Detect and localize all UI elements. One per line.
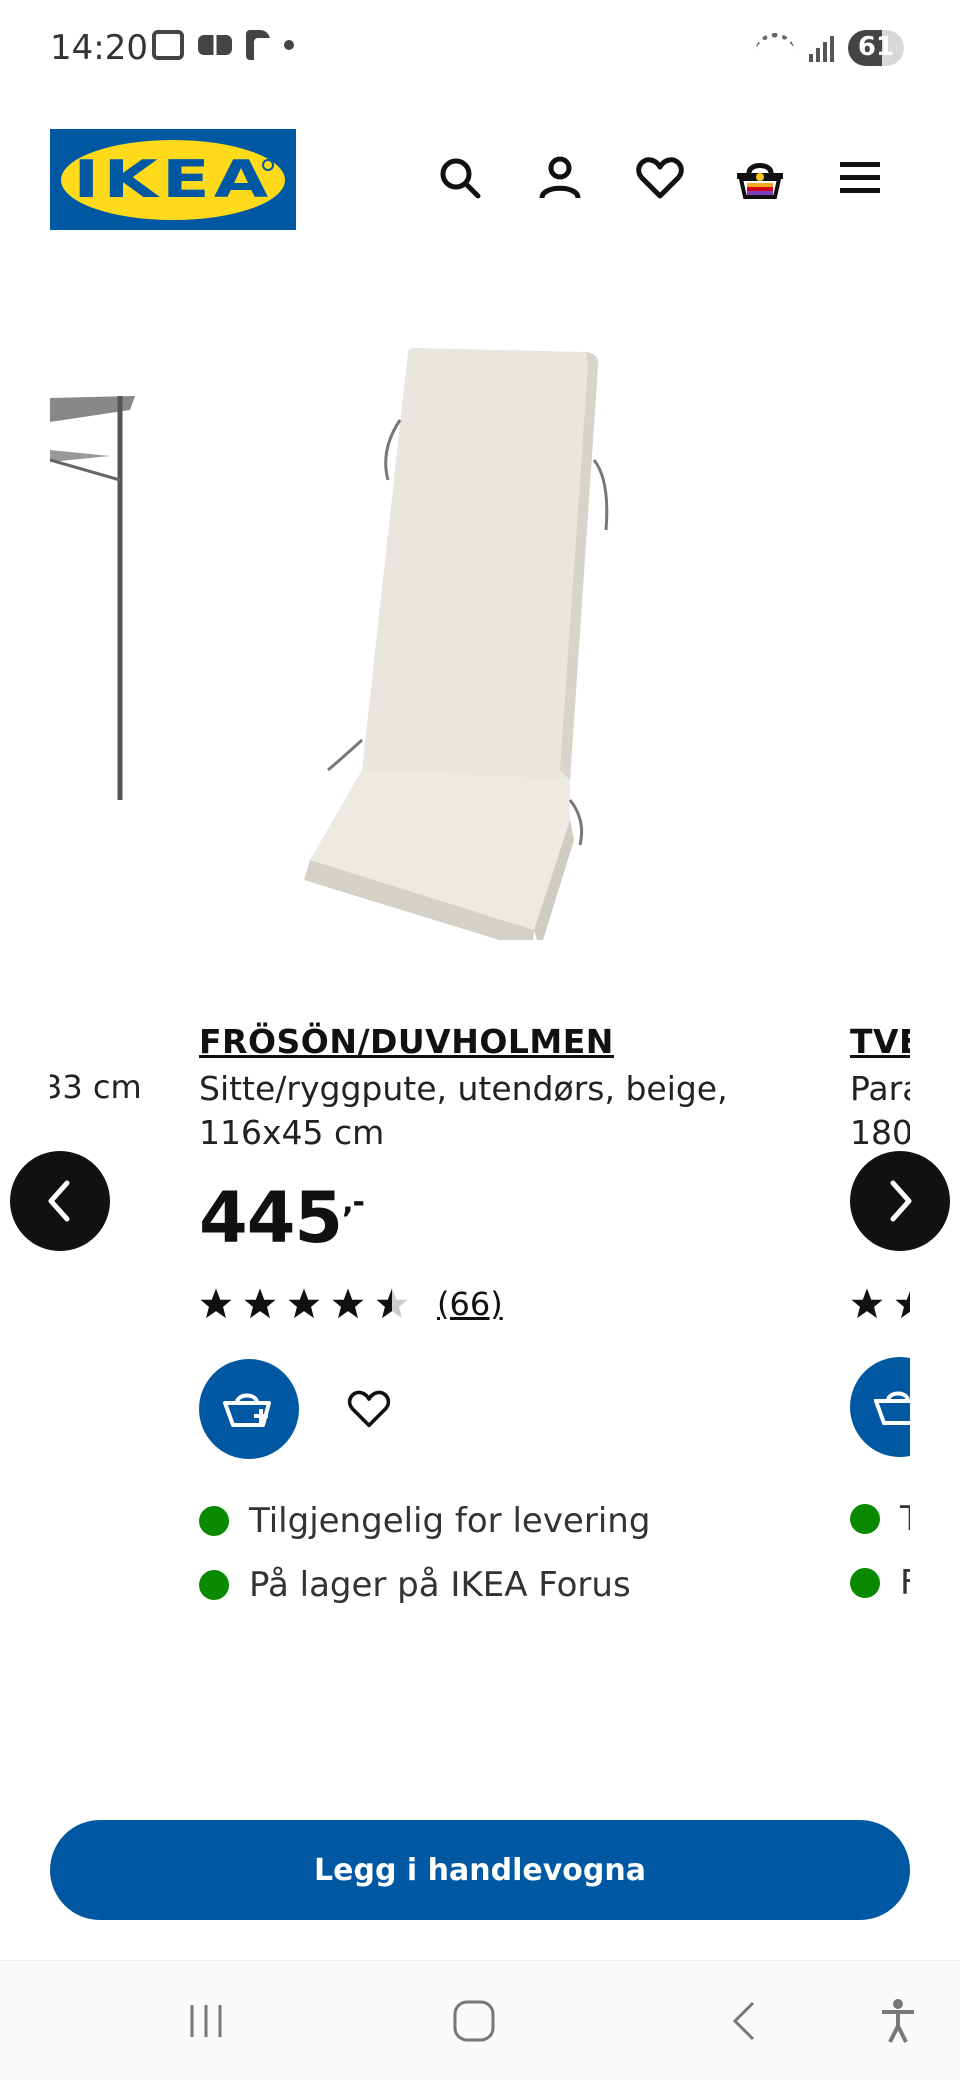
facebook-icon — [246, 30, 270, 60]
registered-mark-icon — [262, 159, 274, 171]
previous-product-dimension: 33 cm — [50, 1068, 142, 1106]
in-stock-dot-icon — [199, 1570, 229, 1600]
next-availability-1: T — [850, 1487, 910, 1551]
signal-icon — [809, 34, 834, 62]
status-time: 14:20 — [50, 28, 148, 68]
star-full-icon — [851, 1288, 883, 1319]
availability-store-text: På lager på IKEA Forus — [249, 1565, 631, 1605]
availability-delivery: Tilgjengelig for levering — [199, 1489, 759, 1553]
logo-oval: IKEA — [61, 139, 285, 220]
accessibility-icon[interactable] — [868, 1991, 928, 2051]
product-description: Sitte/ryggpute, utendørs, beige, 116x45 … — [199, 1069, 728, 1152]
chevron-right-icon — [890, 1180, 912, 1222]
product-carousel[interactable]: 33 cm FRÖSÖN/DUVHOLMEN Sitte/ryggpute, u… — [50, 300, 910, 1650]
product-image[interactable] — [270, 300, 830, 950]
cart-add-icon — [223, 1393, 271, 1427]
recent-apps-icon[interactable] — [176, 1991, 236, 2051]
gallery-icon — [198, 35, 232, 55]
status-icons-left — [152, 30, 294, 60]
price-suffix: ,- — [342, 1185, 365, 1220]
system-navigation-bar — [0, 1960, 960, 2080]
availability-store: På lager på IKEA Forus — [199, 1553, 759, 1617]
star-full-icon — [332, 1288, 364, 1319]
next-availability-2: F — [850, 1551, 910, 1615]
product-actions — [199, 1359, 759, 1459]
star-full-icon — [288, 1288, 320, 1319]
next-availability-text-2: F — [900, 1563, 910, 1603]
notification-dot-icon — [284, 40, 294, 50]
ikea-logo[interactable]: IKEA — [50, 129, 296, 230]
battery-icon: 61 — [848, 30, 904, 66]
next-product-description-1: Para — [850, 1069, 910, 1108]
rating-stars — [850, 1287, 910, 1321]
star-full-icon — [895, 1291, 910, 1319]
chevron-left-icon — [48, 1180, 70, 1222]
next-product-name[interactable]: TVE — [850, 1022, 910, 1061]
carousel-prev-button[interactable] — [10, 1151, 110, 1251]
logo-text: IKEA — [73, 149, 273, 210]
account-icon[interactable] — [530, 148, 590, 208]
next-availability-text-1: T — [900, 1499, 910, 1539]
back-icon[interactable] — [714, 1991, 774, 2051]
status-icons-right: 61 — [755, 30, 904, 66]
product-rating[interactable]: (66) — [199, 1285, 759, 1323]
product-card: FRÖSÖN/DUVHOLMEN Sitte/ryggpute, utendør… — [199, 1022, 759, 1617]
cart-add-icon — [874, 1391, 910, 1425]
next-product-rating — [850, 1287, 910, 1321]
add-to-cart-button[interactable] — [199, 1359, 299, 1459]
next-product-description-2: 180x — [850, 1113, 910, 1152]
search-icon[interactable] — [430, 148, 490, 208]
star-full-icon — [200, 1288, 232, 1319]
in-stock-dot-icon — [199, 1506, 229, 1536]
home-icon[interactable] — [444, 1991, 504, 2051]
next-availability-list: T F — [850, 1487, 910, 1615]
add-to-cart-cta-button[interactable]: Legg i handlevogna — [50, 1820, 910, 1920]
menu-icon[interactable] — [830, 148, 890, 208]
rating-stars — [199, 1287, 409, 1321]
cart-icon[interactable] — [730, 148, 790, 208]
heart-icon — [347, 1390, 391, 1428]
in-stock-dot-icon — [850, 1504, 880, 1534]
price-value: 445 — [199, 1177, 343, 1259]
next-product-card: TVE Para 180x T F — [850, 1022, 910, 1615]
product-price: 445,- — [199, 1177, 759, 1259]
battery-level: 61 — [857, 32, 895, 62]
product-name[interactable]: FRÖSÖN/DUVHOLMEN — [199, 1022, 759, 1061]
star-full-icon — [244, 1288, 276, 1319]
status-bar: 14:20 61 — [0, 0, 960, 100]
favourite-button[interactable] — [345, 1385, 393, 1433]
next-product-actions — [850, 1357, 910, 1457]
availability-delivery-text: Tilgjengelig for levering — [249, 1501, 651, 1541]
carousel-next-button[interactable] — [850, 1151, 950, 1251]
heart-icon[interactable] — [630, 148, 690, 208]
previous-product-image[interactable] — [50, 390, 150, 810]
star-half-icon — [376, 1288, 408, 1319]
next-add-to-cart-button[interactable] — [850, 1357, 910, 1457]
availability-list: Tilgjengelig for levering På lager på IK… — [199, 1489, 759, 1617]
screenshot-icon — [152, 30, 184, 60]
wifi-icon — [755, 33, 795, 63]
rating-count[interactable]: (66) — [437, 1285, 503, 1323]
in-stock-dot-icon — [850, 1568, 880, 1598]
